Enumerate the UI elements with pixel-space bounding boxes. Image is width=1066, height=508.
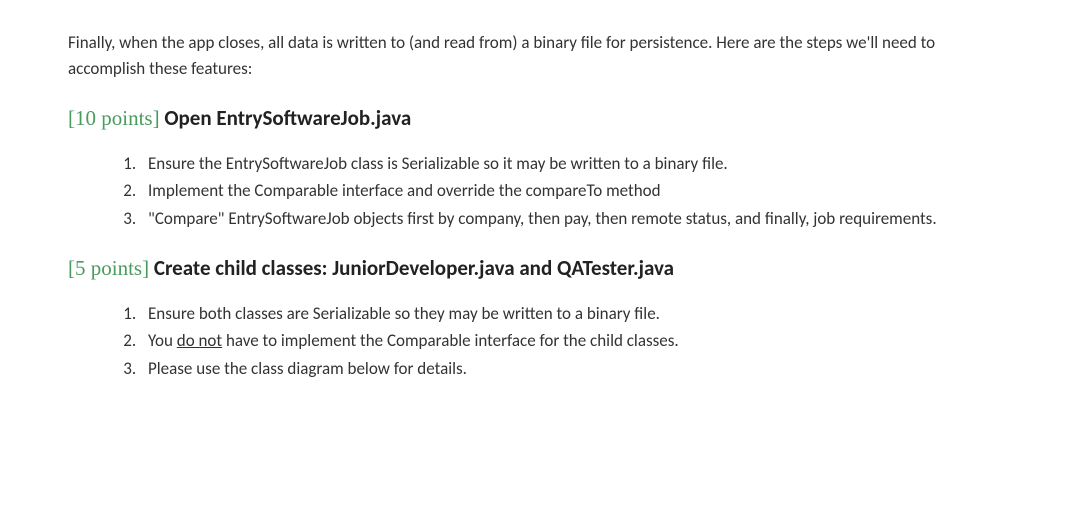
list-item: Please use the class diagram below for d… <box>140 356 1006 382</box>
list-item: You do not have to implement the Compara… <box>140 328 1006 354</box>
section1-list: Ensure the EntrySoftwareJob class is Ser… <box>140 151 1006 232</box>
section2-list: Ensure both classes are Serializable so … <box>140 301 1006 382</box>
section2-heading: [5 points] Create child classes: JuniorD… <box>68 253 1006 285</box>
list-item: Ensure the EntrySoftwareJob class is Ser… <box>140 151 1006 177</box>
underlined-text: do not <box>177 330 222 351</box>
list-item: Implement the Comparable interface and o… <box>140 178 1006 204</box>
section1-points: [10 points] <box>68 106 160 130</box>
section2-points: [5 points] <box>68 256 149 280</box>
section2-title: Create child classes: JuniorDeveloper.ja… <box>154 255 674 281</box>
intro-paragraph: Finally, when the app closes, all data i… <box>68 30 1006 81</box>
section1-heading: [10 points] Open EntrySoftwareJob.java <box>68 103 1006 135</box>
list-item: "Compare" EntrySoftwareJob objects first… <box>140 206 1006 232</box>
list-item: Ensure both classes are Serializable so … <box>140 301 1006 327</box>
section1-title: Open EntrySoftwareJob.java <box>164 105 411 131</box>
